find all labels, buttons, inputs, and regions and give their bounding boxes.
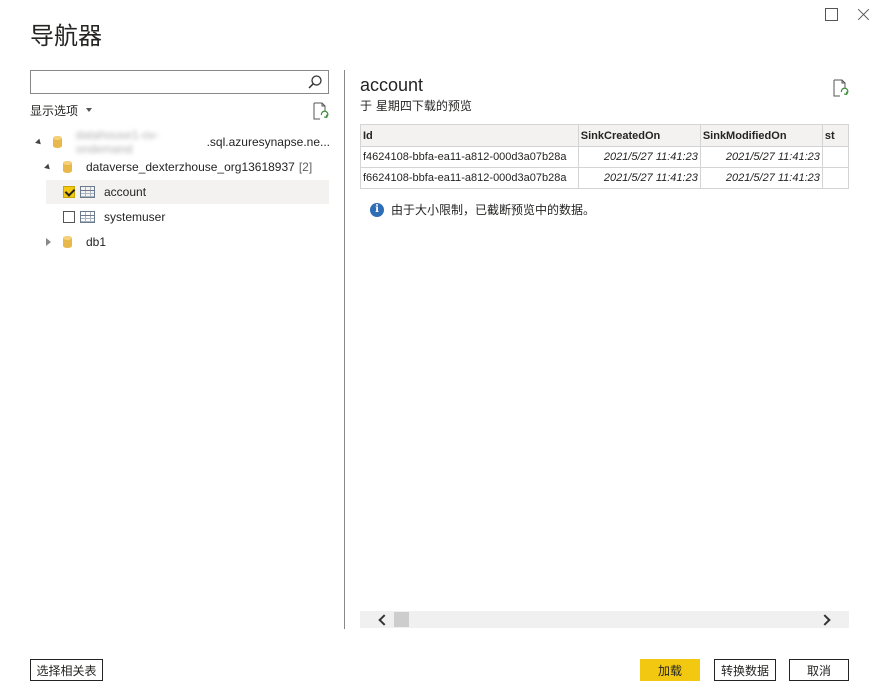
table-row: f4624108-bbfa-ea11-a812-000d3a07b28a 202…	[360, 146, 849, 168]
pane-divider	[344, 70, 345, 629]
preview-title: account	[360, 75, 424, 95]
dialog-title: 导航器	[30, 22, 102, 50]
refresh-icon[interactable]	[831, 79, 849, 97]
table-cell	[821, 167, 849, 189]
maximize-icon[interactable]	[820, 4, 842, 24]
tree-item-account[interactable]: account	[46, 180, 329, 204]
database-name: db1	[86, 235, 107, 249]
table-cell: 2021/5/27 11:41:23	[577, 167, 701, 189]
database-name: dataverse_dexterzhouse_org13618937	[86, 160, 295, 174]
info-message: 由于大小限制，已截断预览中的数据。	[391, 203, 596, 217]
search-box[interactable]	[30, 70, 329, 94]
truncation-notice: i 由于大小限制，已截断预览中的数据。	[370, 201, 595, 218]
column-header[interactable]: st	[821, 124, 849, 147]
select-related-tables-button[interactable]: 选择相关表	[30, 659, 103, 681]
preview-subtitle: 于 星期四下载的预览	[360, 99, 472, 113]
table-cell: f4624108-bbfa-ea11-a812-000d3a07b28a	[360, 146, 579, 168]
table-cell: f6624108-bbfa-ea11-a812-000d3a07b28a	[360, 167, 579, 189]
scroll-right-icon[interactable]	[818, 611, 835, 628]
search-icon[interactable]	[307, 74, 323, 90]
column-header[interactable]: SinkCreatedOn	[577, 124, 701, 147]
preview-grid[interactable]: Id SinkCreatedOn SinkModifiedOn st f4624…	[360, 124, 849, 190]
table-cell: 2021/5/27 11:41:23	[699, 146, 823, 168]
server-name-blurred: datahouse1-ov-ondemand	[75, 128, 160, 156]
transform-data-button[interactable]: 转换数据	[714, 659, 776, 681]
database-icon	[53, 136, 63, 148]
checkbox-checked[interactable]	[63, 186, 75, 198]
collapse-icon[interactable]	[34, 137, 43, 147]
horizontal-scrollbar[interactable]	[360, 611, 849, 628]
database-count: [2]	[298, 160, 313, 174]
cancel-button[interactable]: 取消	[789, 659, 849, 681]
table-cell: 2021/5/27 11:41:23	[699, 167, 823, 189]
table-label: systemuser	[104, 210, 166, 224]
chevron-down-icon	[86, 107, 93, 112]
tree-item-server[interactable]: datahouse1-ov-ondemand .sql.azuresynapse.…	[34, 128, 330, 156]
display-options-dropdown[interactable]: 显示选项	[30, 102, 93, 119]
collapse-icon[interactable]	[43, 162, 53, 172]
tree-item-systemuser[interactable]: systemuser	[46, 205, 329, 229]
load-button[interactable]: 加载	[640, 659, 700, 681]
database-icon	[63, 236, 72, 248]
display-options-label: 显示选项	[30, 104, 79, 118]
tree-item-db1[interactable]: db1	[43, 230, 330, 254]
tree-item-database[interactable]: dataverse_dexterzhouse_org13618937 [2]	[43, 155, 330, 179]
table-icon	[80, 186, 95, 198]
server-name-suffix: .sql.azuresynapse.ne...	[206, 135, 330, 149]
close-icon[interactable]	[853, 4, 875, 24]
table-cell: 2021/5/27 11:41:23	[577, 146, 701, 168]
scroll-thumb[interactable]	[394, 612, 409, 627]
table-icon	[80, 211, 95, 223]
table-cell	[821, 146, 849, 168]
scroll-left-icon[interactable]	[374, 611, 391, 628]
checkbox-unchecked[interactable]	[63, 211, 75, 223]
column-header[interactable]: SinkModifiedOn	[699, 124, 823, 147]
table-label: account	[104, 185, 147, 199]
info-icon: i	[370, 202, 384, 217]
table-row: f6624108-bbfa-ea11-a812-000d3a07b28a 202…	[360, 167, 849, 189]
column-header[interactable]: Id	[360, 124, 579, 147]
expand-icon[interactable]	[43, 237, 53, 247]
database-icon	[63, 161, 72, 173]
search-input[interactable]	[33, 72, 303, 92]
refresh-icon[interactable]	[311, 102, 329, 120]
